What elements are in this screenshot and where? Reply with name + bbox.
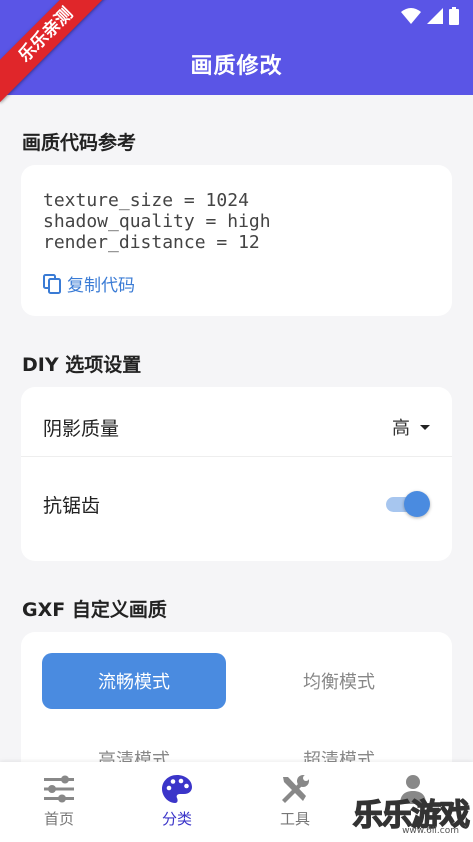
code-block: texture_size = 1024 shadow_quality = hig… — [43, 190, 271, 253]
code-section-title: 画质代码参考 — [22, 132, 137, 154]
battery-icon — [449, 7, 459, 25]
status-bar — [401, 6, 459, 26]
toggle-thumb — [404, 491, 430, 517]
mode-balanced-button[interactable]: 均衡模式 — [247, 653, 431, 709]
antialias-label: 抗锯齿 — [43, 494, 101, 517]
antialias-row: 抗锯齿 — [21, 469, 452, 539]
code-line: render_distance = 12 — [43, 232, 260, 253]
signal-icon — [427, 8, 443, 24]
shadow-quality-select[interactable]: 高 — [392, 414, 430, 440]
shadow-quality-label: 阴影质量 — [43, 417, 120, 440]
nav-item-category[interactable]: 分类 — [137, 774, 217, 829]
code-line: texture_size = 1024 — [43, 190, 249, 211]
nav-item-home[interactable]: 首页 — [19, 774, 99, 829]
gxf-section-title: GXF 自定义画质 — [22, 599, 167, 621]
watermark-url: www.6ll.com — [402, 826, 459, 836]
tools-icon — [282, 775, 309, 803]
antialias-toggle[interactable] — [386, 491, 430, 517]
wifi-icon — [401, 8, 421, 24]
copy-code-button[interactable]: 复制代码 — [43, 271, 135, 296]
mode-smooth-button[interactable]: 流畅模式 — [42, 653, 226, 709]
code-line: shadow_quality = high — [43, 211, 271, 232]
nav-label: 分类 — [161, 810, 192, 828]
diy-section-title: DIY 选项设置 — [22, 354, 142, 376]
nav-label: 工具 — [279, 810, 310, 828]
shadow-quality-row: 阴影质量 高 — [21, 392, 452, 462]
nav-label: 首页 — [43, 810, 74, 828]
diy-card: 阴影质量 高 抗锯齿 — [21, 387, 452, 561]
shadow-quality-value: 高 — [392, 418, 410, 439]
caret-down-icon — [420, 424, 430, 430]
nav-item-tools[interactable]: 工具 — [255, 774, 335, 829]
palette-icon — [162, 775, 192, 803]
divider — [21, 456, 452, 457]
copy-icon — [43, 273, 61, 294]
code-card: texture_size = 1024 shadow_quality = hig… — [21, 165, 452, 316]
copy-code-label: 复制代码 — [67, 276, 135, 296]
page-title: 画质修改 — [190, 54, 283, 79]
sliders-icon — [44, 775, 74, 803]
